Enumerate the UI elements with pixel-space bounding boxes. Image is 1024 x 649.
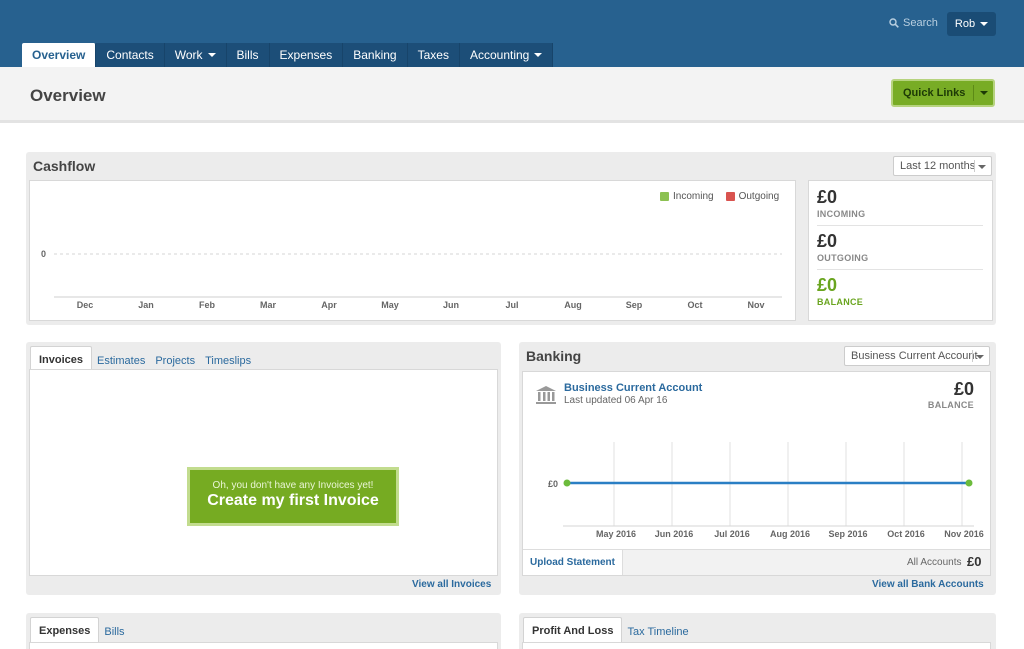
- x-tick-label: Sep: [626, 300, 643, 310]
- period-select[interactable]: Last 12 months: [893, 156, 992, 176]
- period-select-value: Last 12 months: [900, 160, 976, 172]
- chevron-down-icon: [207, 53, 216, 57]
- x-tick-label: Oct 2016: [887, 529, 925, 539]
- invoices-content: Oh, you don't have any Invoices yet! Cre…: [29, 369, 498, 576]
- balance-label: BALANCE: [817, 297, 864, 307]
- view-all-invoices-link[interactable]: View all Invoices: [412, 579, 491, 590]
- bank-balance-chart: May 2016 Jun 2016 Jul 2016 Aug 2016 Sep 2016…: [563, 442, 984, 539]
- page-title: Overview: [30, 86, 106, 105]
- nav-label: Overview: [32, 48, 86, 62]
- bank-account-select[interactable]: Business Current Account: [844, 346, 990, 366]
- nav-bills[interactable]: Bills: [226, 43, 270, 67]
- outgoing-label: OUTGOING: [817, 253, 869, 263]
- top-bar: Search Rob Overview Contacts Work Bills …: [0, 0, 1024, 67]
- divider: [973, 85, 974, 101]
- nav-label: Accounting: [469, 48, 530, 62]
- divider: [817, 225, 983, 226]
- invoices-panel: Invoices Estimates Projects Timeslips Oh…: [26, 342, 501, 595]
- expenses-panel: Expenses Bills: [26, 613, 501, 649]
- x-tick-label: Oct: [687, 300, 702, 310]
- outgoing-amount: £0: [817, 231, 838, 251]
- x-tick-label: Mar: [260, 300, 277, 310]
- create-invoice-label: Create my first Invoice: [207, 492, 379, 509]
- nav-label: Banking: [353, 48, 397, 62]
- nav-work[interactable]: Work: [164, 43, 227, 67]
- balance-point: [965, 479, 973, 487]
- all-accounts-amount: £0: [967, 554, 982, 569]
- tab-expenses[interactable]: Expenses: [30, 617, 100, 643]
- nav-banking[interactable]: Banking: [343, 43, 408, 67]
- nav-expenses[interactable]: Expenses: [269, 43, 344, 67]
- nav-accounting[interactable]: Accounting: [459, 43, 554, 67]
- upload-statement-button[interactable]: Upload Statement: [523, 550, 623, 575]
- chevron-down-icon: [980, 91, 988, 95]
- nav-label: Taxes: [417, 48, 449, 62]
- divider: [974, 160, 975, 172]
- tab-profit-and-loss[interactable]: Profit And Loss: [523, 617, 623, 643]
- profit-content: [522, 642, 991, 649]
- nav-label: Contacts: [106, 48, 154, 62]
- x-tick-label: Nov: [747, 300, 764, 310]
- x-tick-label: Jun 2016: [655, 529, 694, 539]
- main-nav: Overview Contacts Work Bills Expenses Ba…: [22, 43, 554, 67]
- quick-links-button[interactable]: Quick Links: [891, 79, 995, 107]
- bank-footer: Upload Statement All Accounts £0: [523, 549, 990, 575]
- x-tick-label: Jan: [138, 300, 154, 310]
- nav-taxes[interactable]: Taxes: [407, 43, 460, 67]
- nav-overview[interactable]: Overview: [22, 43, 97, 67]
- search-button[interactable]: Search: [889, 17, 938, 29]
- view-all-bank-accounts-link[interactable]: View all Bank Accounts: [872, 579, 984, 590]
- chevron-down-icon: [978, 165, 986, 169]
- cashflow-panel: Cashflow Last 12 months Incoming Outgoin…: [26, 152, 996, 325]
- x-tick-label: Jul: [505, 300, 518, 310]
- search-label: Search: [903, 17, 938, 29]
- expenses-tabs: Expenses Bills: [30, 617, 130, 643]
- x-tick-label: Apr: [321, 300, 337, 310]
- tab-tax-timeline[interactable]: Tax Timeline: [622, 620, 693, 643]
- nav-label: Bills: [236, 48, 259, 62]
- create-invoice-button[interactable]: Oh, you don't have any Invoices yet! Cre…: [187, 467, 399, 526]
- profit-loss-panel: Profit And Loss Tax Timeline: [519, 613, 996, 649]
- balance-amount: £0: [817, 275, 838, 295]
- x-tick-label: Nov 2016: [944, 529, 984, 539]
- user-name: Rob: [954, 18, 976, 30]
- incoming-amount: £0: [817, 187, 838, 207]
- profit-tabs: Profit And Loss Tax Timeline: [523, 617, 694, 643]
- x-tick-label: May: [381, 300, 399, 310]
- x-tick-label: Dec: [77, 300, 94, 310]
- chevron-down-icon: [976, 355, 984, 359]
- divider: [817, 269, 983, 270]
- cashflow-title: Cashflow: [33, 158, 96, 174]
- chevron-down-icon: [534, 53, 543, 57]
- x-tick-label: Sep 2016: [828, 529, 867, 539]
- quick-links-label: Quick Links: [903, 87, 966, 99]
- page-header: Overview Quick Links: [0, 67, 1024, 123]
- x-tick-label: May 2016: [596, 529, 636, 539]
- x-tick-label: Jun: [443, 300, 459, 310]
- x-tick-label: Aug: [564, 300, 582, 310]
- search-icon: [889, 18, 899, 28]
- tab-bills[interactable]: Bills: [99, 620, 129, 643]
- x-tick-label: Feb: [199, 300, 216, 310]
- all-accounts-label: All Accounts: [907, 557, 962, 568]
- nav-label: Expenses: [279, 48, 333, 62]
- balance-point: [563, 479, 571, 487]
- x-tick-label: Aug 2016: [770, 529, 810, 539]
- empty-invoices-hint: Oh, you don't have any Invoices yet!: [212, 480, 374, 491]
- nav-contacts[interactable]: Contacts: [96, 43, 165, 67]
- cashflow-chart: Dec Jan Feb Mar Apr May Jun Jul Aug Sep Oct Nov: [54, 253, 782, 310]
- banking-title: Banking: [526, 348, 582, 364]
- cashflow-summary: £0 INCOMING £0 OUTGOING £0 BALANCE: [808, 180, 993, 321]
- banking-panel: Banking Business Current Account Busines…: [519, 342, 996, 595]
- divider: [972, 350, 973, 362]
- cashflow-chart-box: Incoming Outgoing 0 Dec Jan Feb Mar Apr May Ju…: [29, 180, 796, 321]
- user-menu-button[interactable]: Rob: [947, 12, 996, 36]
- x-tick-label: Jul 2016: [714, 529, 750, 539]
- nav-label: Work: [174, 48, 203, 62]
- chevron-down-icon: [980, 22, 989, 26]
- banking-content: Business Current Account Last updated 06…: [522, 371, 991, 576]
- expenses-content: [29, 642, 498, 649]
- incoming-label: INCOMING: [817, 209, 866, 219]
- bank-account-select-value: Business Current Account: [851, 350, 978, 362]
